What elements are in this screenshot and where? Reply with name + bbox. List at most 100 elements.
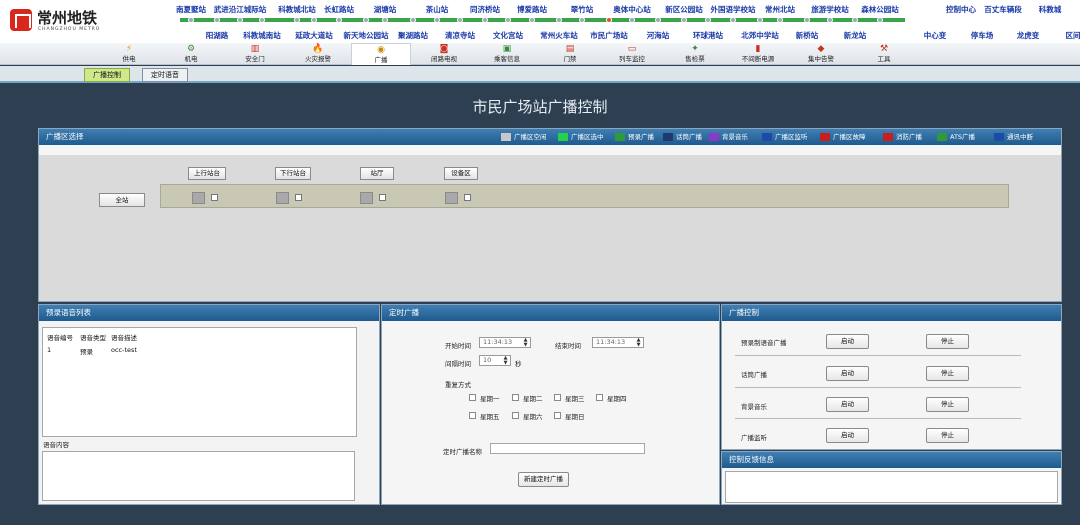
station-top-14[interactable]: 森林公园站: [861, 4, 899, 15]
start-time-field[interactable]: 11:34:13 ▲ ▼: [479, 337, 531, 348]
interval-spinner-icon[interactable]: ▲ ▼: [502, 356, 509, 366]
station-top-10[interactable]: 新区公园站: [665, 4, 703, 15]
table-row-desc[interactable]: occ-test: [111, 346, 137, 354]
station-bottom-4[interactable]: 聚湖路站: [398, 30, 428, 41]
station-top-11[interactable]: 外国语学校站: [711, 4, 756, 15]
legend-swatch-icon: [937, 133, 947, 141]
toolbar-button-alarm[interactable]: ◆ 集中告警: [791, 43, 851, 65]
toolbar-button-gear[interactable]: ⚙ 机电: [161, 43, 221, 65]
station-top-6[interactable]: 同济桥站: [470, 4, 500, 15]
facility-bottom-1[interactable]: 停车场: [971, 30, 994, 41]
timed-broadcast-panel: 定时广播 开始时间 11:34:13 ▲ ▼ 结束时间 11:34:13 ▲ ▼ 间…: [381, 304, 720, 505]
toolbar-button-fire[interactable]: 🔥 火灾报警: [288, 43, 348, 65]
station-top-7[interactable]: 博爱路站: [517, 4, 547, 15]
station-bottom-11[interactable]: 北郊中学站: [741, 30, 779, 41]
ctrl-panel-title: 广播控制: [722, 305, 1061, 321]
zone-checkbox-equipment[interactable]: [464, 194, 471, 201]
zone-checkbox-down-platform[interactable]: [295, 194, 302, 201]
start-monitor-button[interactable]: 启动: [826, 428, 869, 443]
station-top-13[interactable]: 旅游学校站: [811, 4, 849, 15]
toolbar-button-ticket[interactable]: ✦ 售检票: [665, 43, 725, 65]
facility-bottom-2[interactable]: 龙虎变: [1017, 30, 1040, 41]
station-top-3[interactable]: 长虹路站: [324, 4, 354, 15]
day-checkbox-wed[interactable]: [554, 394, 561, 401]
station-top-0[interactable]: 南夏墅站: [176, 4, 206, 15]
end-time-field[interactable]: 11:34:13 ▲ ▼: [592, 337, 644, 348]
station-top-1[interactable]: 武进沿江城际站: [214, 4, 267, 15]
station-dot: [294, 17, 300, 23]
toolbar-button-ups[interactable]: ▮ 不间断电源: [728, 43, 788, 65]
station-top-8[interactable]: 翠竹站: [571, 4, 594, 15]
start-prerecorded-button[interactable]: 启动: [826, 334, 869, 349]
station-bottom-9[interactable]: 河海站: [647, 30, 670, 41]
station-dot: [410, 17, 416, 23]
zone-checkbox-hall[interactable]: [379, 194, 386, 201]
tab-broadcast-control[interactable]: 广播控制: [84, 68, 130, 82]
speaker-icon: ◉: [377, 45, 385, 55]
station-bottom-3[interactable]: 新天地公园站: [344, 30, 389, 41]
zone-down-platform-button[interactable]: 下行站台: [275, 167, 311, 180]
day-checkbox-tue[interactable]: [512, 394, 519, 401]
interval-field[interactable]: 10 ▲ ▼: [479, 355, 511, 366]
legend-label: 背景音乐: [722, 133, 748, 141]
station-top-9[interactable]: 奥体中心站: [613, 4, 651, 15]
station-bottom-10[interactable]: 环球港站: [693, 30, 723, 41]
toolbar-button-monitor[interactable]: ▣ 乘客信息: [477, 43, 537, 65]
station-bottom-2[interactable]: 延政大道站: [295, 30, 333, 41]
day-checkbox-thu[interactable]: [596, 394, 603, 401]
toolbar-button-tool[interactable]: ⚒ 工具: [854, 43, 914, 65]
toolbar-button-lightning[interactable]: ⚡ 供电: [99, 43, 159, 65]
zone-up-platform-button[interactable]: 上行站台: [188, 167, 226, 180]
station-bottom-13[interactable]: 新龙站: [844, 30, 867, 41]
day-checkbox-mon[interactable]: [469, 394, 476, 401]
day-checkbox-sun[interactable]: [554, 412, 561, 419]
station-top-12[interactable]: 常州北站: [765, 4, 795, 15]
station-bottom-1[interactable]: 科教城南站: [243, 30, 281, 41]
facility-bottom-0[interactable]: 中心变: [924, 30, 947, 41]
station-bottom-12[interactable]: 新桥站: [796, 30, 819, 41]
zone-status-hall: [360, 192, 373, 204]
station-top-2[interactable]: 科教城北站: [278, 4, 316, 15]
station-top-4[interactable]: 湖塘站: [374, 4, 397, 15]
stop-mic-button[interactable]: 停止: [926, 366, 969, 381]
line-track: [180, 18, 905, 22]
day-checkbox-fri[interactable]: [469, 412, 476, 419]
facility-top-1[interactable]: 百丈车辆段: [984, 4, 1022, 15]
zone-checkbox-up-platform[interactable]: [211, 194, 218, 201]
stop-monitor-button[interactable]: 停止: [926, 428, 969, 443]
zone-hall-button[interactable]: 站厅: [360, 167, 394, 180]
stop-bgm-button[interactable]: 停止: [926, 397, 969, 412]
facility-top-0[interactable]: 控制中心: [946, 4, 976, 15]
station-top-5[interactable]: 茶山站: [426, 4, 449, 15]
start-mic-button[interactable]: 启动: [826, 366, 869, 381]
tab-timed-voice[interactable]: 定时语音: [142, 68, 188, 82]
facility-top-2[interactable]: 科教城: [1039, 4, 1062, 15]
start-time-spinner-icon[interactable]: ▲ ▼: [522, 338, 529, 348]
all-station-button[interactable]: 全站: [99, 193, 145, 207]
create-timed-broadcast-button[interactable]: 新建定时广播: [518, 472, 569, 487]
station-bottom-8[interactable]: 市民广场站: [590, 30, 628, 41]
legend-label: 话筒广播: [676, 133, 702, 141]
voice-list-table[interactable]: 语音编号 语音类型 语音描述 1 预录 occ-test: [42, 327, 357, 437]
logo-title: 常州地铁: [37, 9, 98, 27]
station-bottom-0[interactable]: 阳湖路: [206, 30, 229, 41]
toolbar-button-door[interactable]: ▥ 安全门: [225, 43, 285, 65]
facility-bottom-3[interactable]: 区间: [1066, 30, 1080, 41]
table-row-type[interactable]: 预录: [80, 346, 93, 356]
table-row-id[interactable]: 1: [47, 346, 51, 354]
station-bottom-6[interactable]: 文化宫站: [493, 30, 523, 41]
toolbar-button-lock[interactable]: ▤ 门禁: [540, 43, 600, 65]
zone-equipment-button[interactable]: 设备区: [444, 167, 478, 180]
toolbar-button-camera[interactable]: ◙ 闭路电视: [414, 43, 474, 65]
broadcast-name-input[interactable]: [490, 443, 645, 454]
toolbar-button-speaker[interactable]: ◉ 广播: [351, 43, 411, 65]
day-checkbox-sat[interactable]: [512, 412, 519, 419]
toolbar-button-train[interactable]: ▭ 列车监控: [602, 43, 662, 65]
end-time-spinner-icon[interactable]: ▲ ▼: [635, 338, 642, 348]
station-bottom-7[interactable]: 常州火车站: [540, 30, 578, 41]
voice-content-box[interactable]: [42, 451, 355, 501]
station-bottom-5[interactable]: 清凉寺站: [445, 30, 475, 41]
start-bgm-button[interactable]: 启动: [826, 397, 869, 412]
stop-prerecorded-button[interactable]: 停止: [926, 334, 969, 349]
row-divider: [735, 355, 1021, 356]
